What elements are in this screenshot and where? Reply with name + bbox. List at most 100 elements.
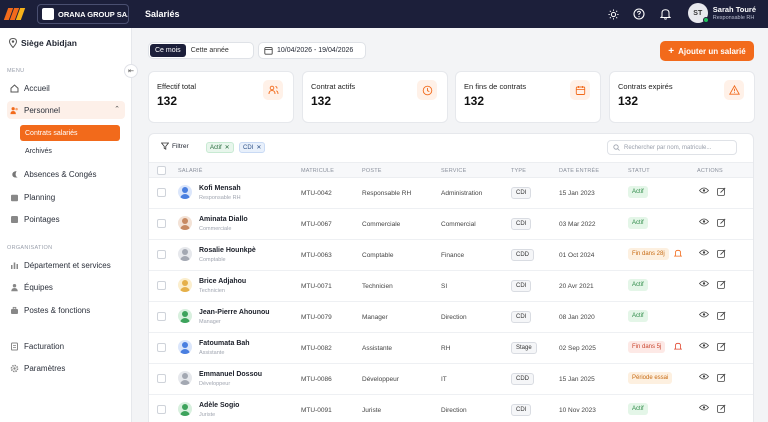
poste-cell: Commerciale <box>362 221 401 228</box>
org-switcher[interactable]: ORANA GROUP SA... <box>37 4 129 24</box>
table-row[interactable]: Kofi Mensah Responsable RH MTU-0042 Resp… <box>149 178 753 209</box>
edit-icon[interactable] <box>717 404 726 415</box>
employee-name[interactable]: Rosalie Hounkpè <box>199 247 256 254</box>
poste-cell: Technicien <box>362 283 393 290</box>
notifications-bell-icon[interactable] <box>657 6 673 22</box>
stat-label: En fins de contrats <box>464 82 527 91</box>
employee-role: Technicien <box>199 288 225 294</box>
sidebar-subitem-archives[interactable]: Archivés <box>20 143 120 159</box>
employee-name[interactable]: Emmanuel Dossou <box>199 371 262 378</box>
view-eye-icon[interactable] <box>698 187 710 196</box>
edit-icon[interactable] <box>717 280 726 291</box>
table-row[interactable]: Adèle Sogio Juriste MTU-0091 Juriste Dir… <box>149 395 753 422</box>
brand-logo[interactable] <box>3 7 32 21</box>
employee-role: Comptable <box>199 257 226 263</box>
row-checkbox[interactable] <box>157 312 166 321</box>
edit-icon[interactable] <box>717 187 726 198</box>
col-header-matricule[interactable]: MATRICULE <box>301 168 334 174</box>
employee-name[interactable]: Aminata Diallo <box>199 216 248 223</box>
table-row[interactable]: Jean-Pierre Ahounou Manager MTU-0079 Man… <box>149 302 753 333</box>
table-row[interactable]: Emmanuel Dossou Développeur MTU-0086 Dév… <box>149 364 753 395</box>
table-row[interactable]: Aminata Diallo Commerciale MTU-0067 Comm… <box>149 209 753 240</box>
edit-icon[interactable] <box>717 311 726 322</box>
sidebar-item-label: Accueil <box>24 83 50 93</box>
col-header-salarie[interactable]: SALARIÉ <box>178 168 203 174</box>
table-row[interactable]: Fatoumata Bah Assistante MTU-0082 Assist… <box>149 333 753 364</box>
col-header-date[interactable]: DATE ENTRÉE <box>559 168 599 174</box>
clock-icon <box>10 215 19 224</box>
filter-icon <box>161 142 169 150</box>
sidebar-item-label: Facturation <box>24 341 65 351</box>
status-badge: Actif <box>628 186 648 198</box>
edit-icon[interactable] <box>717 249 726 260</box>
filter-chip-cdi: CDI ✕ <box>239 142 266 153</box>
row-checkbox[interactable] <box>157 250 166 259</box>
sidebar-item-planning[interactable]: Planning <box>7 188 125 206</box>
col-header-poste[interactable]: POSTE <box>362 168 382 174</box>
page-title: Salariés <box>145 9 180 19</box>
sidebar-item-departement[interactable]: Département et services <box>7 256 125 274</box>
chip-label: CDI <box>243 144 254 151</box>
filter-button[interactable]: Filtrer <box>161 142 189 150</box>
employee-name[interactable]: Brice Adjahou <box>199 278 246 285</box>
view-eye-icon[interactable] <box>698 249 710 258</box>
view-eye-icon[interactable] <box>698 280 710 289</box>
row-checkbox[interactable] <box>157 405 166 414</box>
sidebar-item-postes[interactable]: Postes & fonctions <box>7 301 125 319</box>
row-checkbox[interactable] <box>157 281 166 290</box>
row-checkbox[interactable] <box>157 188 166 197</box>
table-row[interactable]: Rosalie Hounkpè Comptable MTU-0063 Compt… <box>149 240 753 271</box>
employee-name[interactable]: Jean-Pierre Ahounou <box>199 309 270 316</box>
contract-type-badge: Stage <box>511 342 537 354</box>
select-all-checkbox[interactable] <box>157 166 166 175</box>
col-header-statut[interactable]: STATUT <box>628 168 650 174</box>
view-eye-icon[interactable] <box>698 404 710 413</box>
employee-role: Commerciale <box>199 226 232 232</box>
org-name: ORANA GROUP SA... <box>58 9 129 19</box>
help-icon[interactable] <box>631 6 647 22</box>
col-header-service[interactable]: SERVICE <box>441 168 466 174</box>
sidebar-item-pointages[interactable]: Pointages <box>7 210 125 228</box>
site-selector[interactable]: Siège Abidjan <box>9 38 77 48</box>
row-checkbox[interactable] <box>157 374 166 383</box>
stat-label: Contrats expirés <box>618 82 673 91</box>
period-option-year[interactable]: Cette année <box>186 44 234 57</box>
add-employee-button[interactable]: + Ajouter un salarié <box>660 41 754 61</box>
sidebar-collapse-button[interactable]: ⇤ <box>124 64 138 78</box>
edit-icon[interactable] <box>717 218 726 229</box>
row-checkbox[interactable] <box>157 219 166 228</box>
user-menu[interactable]: ST Sarah Touré Responsable RH <box>687 3 756 23</box>
theme-sun-icon[interactable] <box>605 6 621 22</box>
view-eye-icon[interactable] <box>698 342 710 351</box>
service-cell: Direction <box>441 314 467 321</box>
sidebar-item-absences[interactable]: Absences & Congés <box>7 165 125 183</box>
sidebar-item-facturation[interactable]: Facturation <box>7 337 125 355</box>
sidebar-item-equipes[interactable]: Équipes <box>7 278 125 296</box>
view-eye-icon[interactable] <box>698 218 710 227</box>
table-row[interactable]: Brice Adjahou Technicien MTU-0071 Techni… <box>149 271 753 302</box>
sidebar-item-personnel[interactable]: Personnel ⌃ <box>7 101 125 119</box>
sidebar-item-parametres[interactable]: Paramètres <box>7 359 125 377</box>
sidebar-subitem-contrats[interactable]: Contrats salariés <box>20 125 120 141</box>
employee-avatar <box>178 247 192 261</box>
chip-remove-icon[interactable]: ✕ <box>256 144 261 151</box>
status-badge: Fin dans 5j <box>628 341 666 353</box>
edit-icon[interactable] <box>717 373 726 384</box>
avatar: ST <box>687 3 709 23</box>
date-range-picker[interactable]: 10/04/2026 - 19/04/2026 <box>258 42 366 59</box>
col-header-type[interactable]: TYPE <box>511 168 526 174</box>
edit-icon[interactable] <box>717 342 726 353</box>
calendar-icon <box>264 47 273 55</box>
search-input[interactable]: Rechercher par nom, matricule... <box>607 140 737 155</box>
employee-name[interactable]: Fatoumata Bah <box>199 340 250 347</box>
date-cell: 01 Oct 2024 <box>559 252 595 259</box>
stat-value: 132 <box>464 94 485 108</box>
view-eye-icon[interactable] <box>698 311 710 320</box>
employee-name[interactable]: Kofi Mensah <box>199 185 241 192</box>
chip-remove-icon[interactable]: ✕ <box>225 144 230 151</box>
employee-name[interactable]: Adèle Sogio <box>199 402 239 409</box>
view-eye-icon[interactable] <box>698 373 710 382</box>
period-option-month[interactable]: Ce mois <box>150 44 186 57</box>
row-checkbox[interactable] <box>157 343 166 352</box>
sidebar-item-accueil[interactable]: Accueil <box>7 79 125 97</box>
